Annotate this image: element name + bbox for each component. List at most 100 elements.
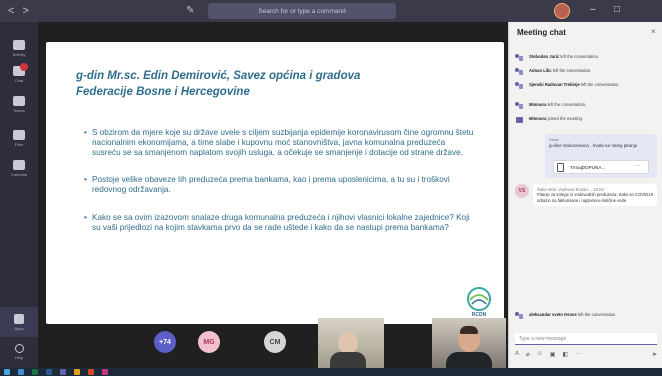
person-body xyxy=(446,352,492,368)
rail-item-calendar[interactable]: Calendar xyxy=(0,160,38,177)
calendar-icon xyxy=(515,116,524,124)
slide-bullet: Kako se sa ovim izazovom snalaze druga k… xyxy=(84,213,474,233)
taskbar xyxy=(0,368,662,376)
title-bar: < > ✎ Search for or type a command – □ xyxy=(0,0,662,22)
rail-label: Calendar xyxy=(10,172,28,177)
format-icon[interactable]: A xyxy=(515,351,519,358)
apps-icon xyxy=(14,313,24,324)
participant-cm[interactable]: CM xyxy=(264,331,286,353)
bubble-sender: Vlado xyxy=(549,137,560,142)
person-body xyxy=(330,352,366,368)
notification-badge xyxy=(20,63,28,71)
file-icon xyxy=(557,163,564,172)
more-options-icon[interactable]: ··· xyxy=(634,163,640,169)
event-text: left the conversation. xyxy=(580,82,620,87)
event-name: Mimoura xyxy=(529,102,547,107)
event-text: left the conversation. xyxy=(560,54,600,59)
rail-item-apps[interactable]: Apps xyxy=(0,307,38,337)
event-text: joined the meeting. xyxy=(547,116,584,121)
meeting-chat-panel: Meeting chat × Slobodan Jurić left the c… xyxy=(508,22,662,368)
people-icon xyxy=(515,102,524,110)
slide-bullet: Postoje velike obaveze tih preduzeća pre… xyxy=(84,175,474,195)
event-name: Adnan Lilic xyxy=(529,68,552,73)
calendar-icon xyxy=(13,160,25,170)
search-input[interactable]: Search for or type a command xyxy=(208,3,396,19)
avatar: VS xyxy=(515,184,529,198)
chat-event: Slobodan Jurić left the conversation. xyxy=(515,54,659,62)
restore-button[interactable]: □ xyxy=(614,4,620,15)
chat-event: Mimoura joined the meeting. xyxy=(515,116,659,124)
rail-item-help[interactable]: Help xyxy=(0,344,38,360)
message-text: Pitanje za kolege iz vodovodnih preduzeć… xyxy=(537,192,653,203)
people-icon xyxy=(515,312,524,320)
app-icon[interactable] xyxy=(102,369,108,375)
teams-window: < > ✎ Search for or type a command – □ A… xyxy=(0,0,662,376)
chat-event: Adnan Lilic left the conversation. xyxy=(515,68,659,76)
rail-label: Chat xyxy=(14,78,24,83)
close-icon[interactable]: × xyxy=(651,27,656,36)
teams-icon xyxy=(13,96,25,106)
rail-item-files[interactable]: Files xyxy=(0,130,38,147)
rail-item-chat[interactable]: Chat xyxy=(0,63,38,83)
nav-buttons: < > xyxy=(8,5,29,17)
files-icon xyxy=(13,130,25,140)
file-attachment[interactable]: TIrnajDOPUNA... ··· xyxy=(553,160,649,174)
rail-item-activity[interactable]: Activity xyxy=(0,40,38,57)
more-icon[interactable]: ··· xyxy=(575,351,581,358)
gif-icon[interactable]: ▣ xyxy=(550,351,556,358)
forward-button[interactable]: > xyxy=(22,5,28,17)
send-icon[interactable]: ➤ xyxy=(652,351,657,358)
rail-label: Apps xyxy=(14,325,24,331)
rail-item-teams[interactable]: Teams xyxy=(0,96,38,113)
app-rail: Activity Chat Teams Files Calendar Apps … xyxy=(0,22,38,368)
compose-icon[interactable]: ✎ xyxy=(186,5,194,16)
teams-icon[interactable] xyxy=(60,369,66,375)
participant-video-2[interactable] xyxy=(432,318,506,368)
participant-video-1[interactable] xyxy=(318,318,384,368)
start-icon[interactable] xyxy=(4,369,10,375)
people-icon xyxy=(515,54,524,62)
sticker-icon[interactable]: ◧ xyxy=(562,351,568,358)
rail-label: Help xyxy=(14,355,24,360)
participant-mg[interactable]: MG xyxy=(198,331,220,353)
back-button[interactable]: < xyxy=(8,5,14,17)
chat-event: aleksandar sveto teruse left the convers… xyxy=(515,312,659,320)
overflow-participants[interactable]: +74 xyxy=(154,331,176,353)
bubble-text: g-dine Sakuramaca , hvala na Vasoj pitan… xyxy=(549,143,638,148)
emoji-icon[interactable]: ☺ xyxy=(537,351,543,358)
chat-event: Mimoura left the conversation. xyxy=(515,102,659,110)
message-input[interactable]: Type a new message xyxy=(515,333,657,345)
user-avatar[interactable] xyxy=(554,3,570,19)
event-text: left the conversation. xyxy=(552,68,592,73)
slide-bullets: S obzirom da mjere koje su države uvele … xyxy=(84,128,474,251)
rail-label: Files xyxy=(14,142,24,147)
minimize-button[interactable]: – xyxy=(590,4,596,15)
bell-icon xyxy=(13,40,25,50)
event-name: Slobodan Jurić xyxy=(529,54,560,59)
shared-slide: g-din Mr.sc. Edin Demirović, Savez općin… xyxy=(46,42,504,324)
help-icon xyxy=(14,344,24,353)
chat-event: Sjenski Radovan Trebinje left the conver… xyxy=(515,82,659,90)
word-icon[interactable] xyxy=(46,369,52,375)
chat-title: Meeting chat xyxy=(517,28,566,37)
person-face xyxy=(338,332,358,354)
edge-icon[interactable] xyxy=(18,369,24,375)
person-hair xyxy=(460,326,478,334)
excel-icon[interactable] xyxy=(32,369,38,375)
meeting-stage: g-din Mr.sc. Edin Demirović, Savez općin… xyxy=(38,22,508,368)
folder-icon[interactable] xyxy=(74,369,80,375)
powerpoint-icon[interactable] xyxy=(88,369,94,375)
people-icon xyxy=(515,68,524,76)
people-icon xyxy=(515,82,524,90)
attach-icon[interactable]: ⌀ xyxy=(526,351,530,358)
slide-title: g-din Mr.sc. Edin Demirović, Savez općin… xyxy=(76,70,361,98)
event-text: left the conversation. xyxy=(547,102,587,107)
event-text: left the conversation. xyxy=(577,312,617,317)
compose-toolbar: A ⌀ ☺ ▣ ◧ ··· ➤ xyxy=(515,351,657,358)
file-name: TIrnajDOPUNA... xyxy=(570,165,606,170)
event-name: Mimoura xyxy=(529,116,547,121)
chat-bubble-self: Vlado g-dine Sakuramaca , hvala na Vasoj… xyxy=(545,134,657,178)
event-name: aleksandar sveto teruse xyxy=(529,312,577,317)
slide-bullet: S obzirom da mjere koje su države uvele … xyxy=(84,128,474,157)
event-name: Sjenski Radovan Trebinje xyxy=(529,82,580,87)
